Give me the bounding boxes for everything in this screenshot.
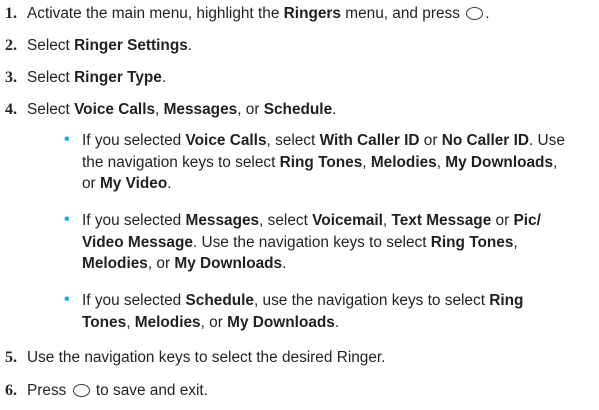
text-run: menu, and press [340, 5, 465, 22]
text-run: If you selected [82, 132, 186, 149]
menu-name: No Caller ID [441, 132, 529, 149]
text-run: , [126, 313, 135, 331]
menu-name: Melodies [134, 313, 201, 331]
text-run: . [334, 313, 340, 331]
text-run: If you selected [82, 212, 186, 229]
step-number: 1. [5, 5, 17, 22]
text-run: . [332, 101, 337, 118]
bullet-icon: • [64, 131, 70, 148]
menu-name: Ringers [283, 5, 341, 22]
substep-messages: If you selected Messages, select Voicema… [82, 210, 597, 275]
step-text: Press to save and exit. [27, 380, 208, 401]
text-run: or [491, 212, 514, 229]
substep-line: If you selected Voice Calls, select With… [82, 130, 597, 152]
text-run: Press [27, 382, 71, 399]
step-number: 3. [5, 69, 17, 86]
text-run: . [485, 5, 490, 22]
ok-key-icon [466, 7, 484, 20]
menu-name: Text Message [391, 212, 492, 229]
menu-name: Schedule [185, 292, 254, 309]
menu-name: Voice Calls [185, 132, 267, 149]
step-text: Select Ringer Type. [27, 67, 166, 88]
text-run: Activate the main menu, highlight the [27, 5, 284, 22]
substep-line: Video Message. Use the navigation keys t… [82, 232, 597, 254]
text-run: the navigation keys to select [82, 153, 280, 171]
step-text: Select Voice Calls, Messages, or Schedul… [27, 99, 336, 120]
step-number: 2. [5, 37, 17, 54]
text-run: , [513, 233, 518, 251]
menu-name: Ring [489, 292, 524, 309]
menu-name: Video Message [82, 233, 193, 251]
text-run: Select [27, 37, 75, 54]
menu-name: Melodies [82, 255, 148, 272]
menu-name: My Downloads [445, 153, 554, 171]
substep-line: Tones, Melodies, or My Downloads. [82, 312, 597, 334]
text-run: or [419, 132, 442, 149]
text-run: . [187, 37, 193, 54]
menu-name: Tones [82, 313, 127, 331]
menu-name: Melodies [370, 153, 437, 171]
menu-name: Ring Tones [430, 233, 514, 251]
text-run: . Use the navigation keys to select [192, 233, 431, 251]
menu-name: Messages [163, 101, 238, 118]
text-run: . [167, 175, 172, 192]
substep-line: If you selected Messages, select Voicema… [82, 210, 597, 232]
text-run: , [436, 153, 446, 171]
ok-key-icon [72, 384, 90, 397]
menu-name: Voicemail [312, 212, 383, 229]
menu-name: With Caller ID [319, 132, 420, 149]
text-run: to save and exit. [91, 382, 208, 399]
text-run: , or [200, 313, 228, 331]
bullet-icon: • [64, 291, 70, 308]
text-run: , or [237, 101, 264, 118]
text-run: , or [147, 255, 175, 272]
menu-name: Ringer Settings [74, 37, 188, 54]
text-run: Use the navigation keys to select the de… [27, 349, 386, 366]
substep-line: If you selected Schedule, use the naviga… [82, 290, 597, 312]
text-run: , [553, 153, 558, 171]
substep-line: Melodies, or My Downloads. [82, 253, 597, 275]
substep-schedule: If you selected Schedule, use the naviga… [82, 290, 597, 333]
substep-line: or My Video. [82, 173, 597, 195]
menu-name: Schedule [263, 101, 333, 118]
step-text: Use the navigation keys to select the de… [27, 347, 385, 368]
menu-name: Ring Tones [279, 153, 363, 171]
menu-name: Ringer Type [74, 69, 162, 86]
text-run: or [82, 175, 100, 192]
text-run: . [161, 69, 167, 86]
menu-name: My Downloads [227, 313, 335, 331]
menu-name: My Downloads [174, 255, 283, 272]
substep-line: the navigation keys to select Ring Tones… [82, 152, 597, 174]
text-run: . Use [528, 132, 565, 149]
text-run: , [362, 153, 371, 171]
text-run: . [282, 255, 287, 272]
text-run: Select [27, 69, 75, 86]
menu-name: Voice Calls [74, 101, 156, 118]
step-text: Select Ringer Settings. [27, 35, 192, 56]
text-run: , [155, 101, 164, 118]
step-number: 6. [5, 382, 17, 399]
text-run: , use the navigation keys to select [253, 292, 490, 309]
text-run: Select [27, 101, 75, 118]
text-run: If you selected [82, 292, 186, 309]
menu-name: My Video [99, 175, 168, 192]
bullet-icon: • [64, 211, 70, 228]
text-run: , select [266, 132, 320, 149]
step-text: Activate the main menu, highlight the Ri… [27, 3, 489, 24]
text-run: , select [259, 212, 313, 229]
step-number: 4. [5, 101, 17, 118]
step-number: 5. [5, 349, 17, 366]
menu-name: Messages [185, 212, 260, 229]
substep-voice-calls: If you selected Voice Calls, select With… [82, 130, 597, 195]
menu-name: Pic/ [513, 212, 541, 229]
